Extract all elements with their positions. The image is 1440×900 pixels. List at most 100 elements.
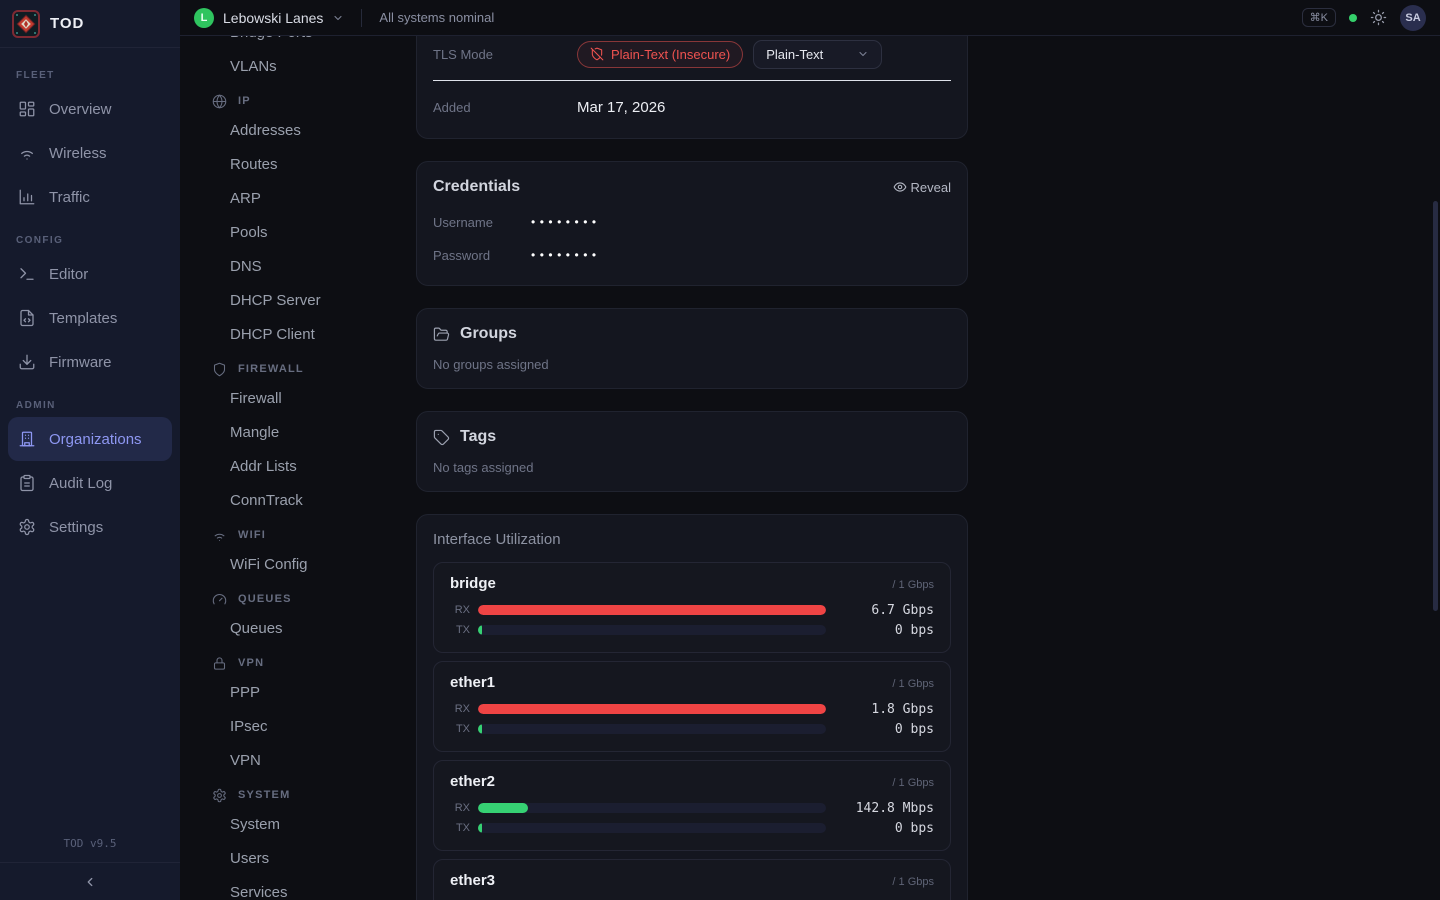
device-subnav: Bridge Ports VLANs IP Addresses Routes A… — [180, 36, 416, 900]
row-divider — [433, 80, 951, 81]
org-switcher[interactable]: L Lebowski Lanes — [194, 8, 344, 28]
sidebar-item-label: Wireless — [49, 145, 107, 162]
tls-insecure-badge[interactable]: Plain-Text (Insecure) — [577, 41, 743, 68]
rx-bar-fill — [478, 803, 528, 813]
sidebar-item-wireless[interactable]: Wireless — [8, 131, 172, 175]
chevron-left-icon — [83, 875, 97, 889]
rx-bar-track — [478, 704, 826, 714]
interface-capacity: / 1 Gbps — [892, 876, 934, 888]
sidebar-item-editor[interactable]: Editor — [8, 252, 172, 296]
subnav-item-services[interactable]: Services — [212, 875, 416, 900]
sidebar-item-templates[interactable]: Templates — [8, 296, 172, 340]
subnav-item-queues[interactable]: Queues — [212, 611, 416, 645]
sidebar-item-label: Traffic — [49, 189, 90, 206]
gear-icon — [212, 788, 227, 803]
file-icon — [18, 309, 36, 327]
tags-title: Tags — [460, 428, 496, 446]
grid-icon — [18, 100, 36, 118]
sidebar-item-settings[interactable]: Settings — [8, 505, 172, 549]
subnav-item-arp[interactable]: ARP — [212, 181, 416, 215]
chevron-down-icon — [332, 12, 344, 24]
subnav-item-vlans[interactable]: VLANs — [212, 49, 416, 83]
user-avatar[interactable]: SA — [1400, 5, 1426, 31]
clipboard-icon — [18, 474, 36, 492]
sidebar-item-label: Settings — [49, 519, 103, 536]
subnav-item-vpn[interactable]: VPN — [212, 743, 416, 777]
wifi-icon — [212, 528, 227, 543]
interface-row-bridge: bridge / 1 Gbps RX 6.7 Gbps TX 0 bps — [433, 562, 951, 653]
sidebar-item-organizations[interactable]: Organizations — [8, 417, 172, 461]
rx-bar-track — [478, 605, 826, 615]
sidebar-collapse-button[interactable] — [0, 862, 180, 900]
tx-bar-track — [478, 823, 826, 833]
tls-mode-select[interactable]: Plain-Text — [753, 40, 882, 69]
rx-bar-track — [478, 803, 826, 813]
command-palette-shortcut[interactable]: ⌘K — [1302, 8, 1336, 27]
subnav-item-system[interactable]: System — [212, 807, 416, 841]
globe-icon — [212, 94, 227, 109]
sidebar-item-audit-log[interactable]: Audit Log — [8, 461, 172, 505]
interface-row-ether3: ether3 / 1 Gbps RX 384.1 Mbps TX 578.8 M… — [433, 859, 951, 900]
tls-mode-label: TLS Mode — [433, 47, 577, 62]
username-row: Username •••••••• — [433, 208, 951, 236]
sidebar-item-label: Organizations — [49, 431, 142, 448]
subnav-item-dhcp-server[interactable]: DHCP Server — [212, 283, 416, 317]
org-name: Lebowski Lanes — [223, 10, 323, 26]
tx-bar-row: TX 0 bps — [450, 719, 934, 739]
bar-chart-icon — [18, 188, 36, 206]
building-icon — [18, 430, 36, 448]
subnav-item-addresses[interactable]: Addresses — [212, 113, 416, 147]
interface-name: ether2 — [450, 773, 495, 790]
interface-row-ether1: ether1 / 1 Gbps RX 1.8 Gbps TX 0 bps — [433, 661, 951, 752]
subnav-item-ppp[interactable]: PPP — [212, 675, 416, 709]
subnav-item-mangle[interactable]: Mangle — [212, 415, 416, 449]
subnav-item-firewall[interactable]: Firewall — [212, 381, 416, 415]
tx-bar-row: TX 0 bps — [450, 818, 934, 838]
detail-panel: TLS Mode Plain-Text (Insecure) Plain-Tex… — [416, 36, 1440, 900]
sidebar-item-traffic[interactable]: Traffic — [8, 175, 172, 219]
subnav-item-routes[interactable]: Routes — [212, 147, 416, 181]
subnav-item-addr-lists[interactable]: Addr Lists — [212, 449, 416, 483]
interface-capacity: / 1 Gbps — [892, 678, 934, 690]
tx-bar-row: TX 0 bps — [450, 620, 934, 640]
org-avatar: L — [194, 8, 214, 28]
download-icon — [18, 353, 36, 371]
tx-value: 0 bps — [834, 821, 934, 836]
interface-capacity: / 1 Gbps — [892, 777, 934, 789]
rx-value: 1.8 Gbps — [834, 702, 934, 717]
added-label: Added — [433, 100, 577, 115]
app-logo-icon — [12, 10, 40, 38]
reveal-credentials-button[interactable]: Reveal — [893, 180, 951, 195]
subnav-item-wifi-config[interactable]: WiFi Config — [212, 547, 416, 581]
sidebar-item-label: Audit Log — [49, 475, 112, 492]
tx-bar-fill — [478, 724, 482, 734]
subnav-item-users[interactable]: Users — [212, 841, 416, 875]
rx-bar-fill — [478, 704, 826, 714]
chevron-down-icon — [857, 48, 869, 60]
folder-icon — [433, 326, 450, 343]
sidebar-item-overview[interactable]: Overview — [8, 87, 172, 131]
theme-toggle-button[interactable] — [1370, 9, 1387, 26]
password-row: Password •••••••• — [433, 241, 951, 269]
subnav-item-conntrack[interactable]: ConnTrack — [212, 483, 416, 517]
subnav-item-dhcp-client[interactable]: DHCP Client — [212, 317, 416, 351]
scrollbar-thumb[interactable] — [1433, 201, 1438, 611]
sidebar-item-firmware[interactable]: Firmware — [8, 340, 172, 384]
content-area: Bridge Ports VLANs IP Addresses Routes A… — [180, 36, 1440, 900]
subnav-item-bridge-ports[interactable]: Bridge Ports — [212, 36, 416, 49]
tx-bar-track — [478, 724, 826, 734]
wifi-icon — [18, 144, 36, 162]
subnav-item-dns[interactable]: DNS — [212, 249, 416, 283]
sidebar-item-label: Templates — [49, 310, 117, 327]
tx-bar-fill — [478, 823, 482, 833]
sidebar-nav: FLEET Overview Wireless Traffic CONFIG E… — [0, 48, 180, 831]
tx-bar-fill — [478, 625, 482, 635]
credentials-title: Credentials — [433, 178, 520, 196]
app-title: TOD — [50, 15, 84, 32]
subnav-item-pools[interactable]: Pools — [212, 215, 416, 249]
subnav-item-ipsec[interactable]: IPsec — [212, 709, 416, 743]
main-column: L Lebowski Lanes All systems nominal ⌘K … — [180, 0, 1440, 900]
topbar-divider — [361, 9, 362, 27]
rx-bar-row: RX 6.7 Gbps — [450, 600, 934, 620]
added-value: Mar 17, 2026 — [577, 99, 665, 116]
